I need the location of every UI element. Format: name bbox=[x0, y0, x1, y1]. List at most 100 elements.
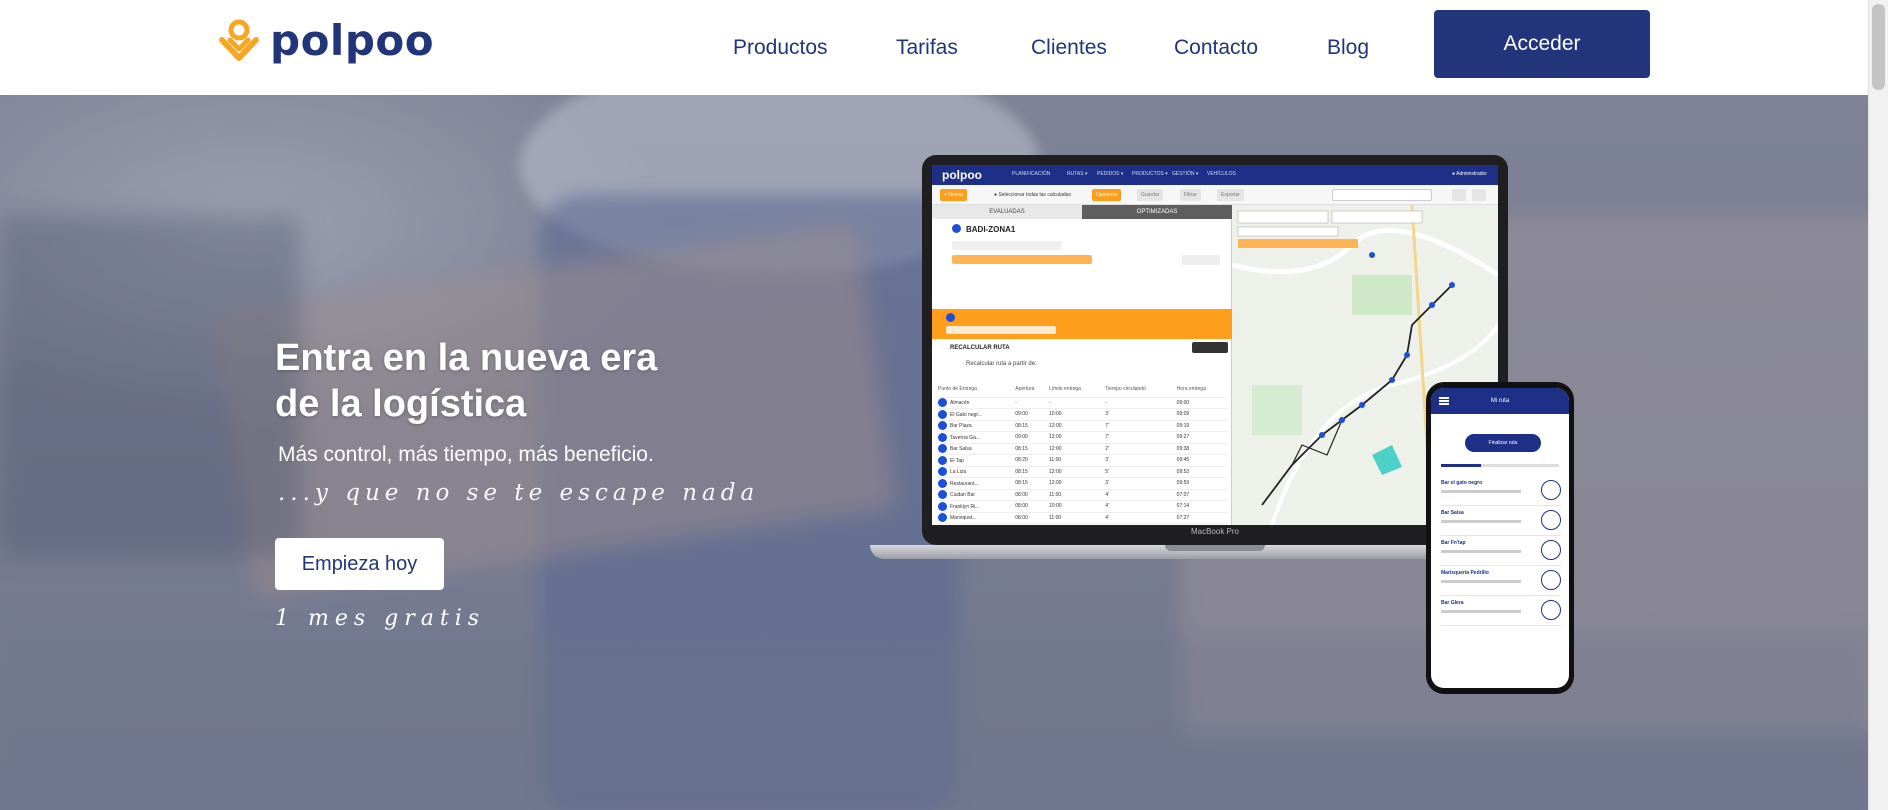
cell-text: 09:00 bbox=[1015, 434, 1028, 441]
stop-number-icon bbox=[938, 455, 947, 465]
table-cell: 09:59 bbox=[1176, 477, 1228, 489]
stop-number-icon bbox=[938, 398, 947, 408]
nav-tarifas[interactable]: Tarifas bbox=[896, 36, 958, 60]
table-cell: 10:00 bbox=[1049, 523, 1106, 525]
site-header: polpoo Productos Tarifas Clientes Contac… bbox=[0, 0, 1868, 95]
nav-productos[interactable]: Productos bbox=[733, 36, 828, 60]
cell-text: El Gato negr... bbox=[950, 411, 982, 418]
cell-text: 09:00 bbox=[1015, 411, 1028, 418]
cell-text: 4' bbox=[1105, 503, 1109, 510]
table-row: Vambueso...07:0010:003'07:32 bbox=[938, 523, 1228, 525]
table-row: Franklyn Ri... 08:00 10:00 4' 07:14 bbox=[938, 500, 1228, 512]
table-cell: 07:00 bbox=[1015, 523, 1049, 525]
app-tool-button: Filtrar bbox=[1180, 189, 1201, 201]
nav-blog[interactable]: Blog bbox=[1327, 36, 1369, 60]
table-cell: 08:15 bbox=[1015, 419, 1049, 432]
site-logo[interactable]: polpoo bbox=[216, 18, 434, 64]
empieza-hoy-button[interactable]: Empieza hoy bbox=[275, 538, 444, 590]
table-cell: 09:27 bbox=[1176, 431, 1228, 443]
table-body: Almacén - - - 09:00 El Gato negr... 09:00 10:00… bbox=[938, 396, 1228, 525]
table-cell: 2' bbox=[1105, 442, 1177, 455]
phone-stop-item: Bar Salsa bbox=[1441, 508, 1561, 536]
table-row: Restaurant... 08:15 12:00 3' 09:59 bbox=[938, 477, 1228, 489]
table-header: Límite entrega bbox=[1049, 385, 1081, 392]
cell-text: 08:15 bbox=[1015, 480, 1028, 487]
cell-text: Restaurant... bbox=[950, 480, 979, 487]
table-row: Almacén - - - 09:00 bbox=[938, 396, 1228, 409]
cell-text: 09:53 bbox=[1176, 468, 1190, 475]
cell-text: 11:00 bbox=[1049, 457, 1062, 464]
table-cell: 7' bbox=[1105, 431, 1177, 443]
table-cell: 11:00 bbox=[1049, 454, 1106, 466]
app-new-button: + Nuevo bbox=[940, 189, 967, 201]
table-row: La Liza 08:15 12:00 5' 09:53 bbox=[938, 465, 1228, 478]
scrollbar-thumb[interactable] bbox=[1872, 4, 1885, 90]
table-cell: 3' bbox=[1105, 408, 1177, 420]
app-tool-button: Exportar bbox=[1217, 189, 1244, 201]
table-row: Taverna Ga... 09:00 13:00 7' 09:27 bbox=[938, 431, 1228, 443]
app-stops-table: Punto de Entrega Apertura Límite entrega… bbox=[938, 381, 1228, 525]
table-cell: 09:00 bbox=[1176, 396, 1228, 409]
app-nav-item: PLANIFICACIÓN bbox=[1012, 171, 1051, 177]
zone-dot-icon bbox=[952, 224, 961, 233]
app-tool-button bbox=[1472, 189, 1486, 201]
app-tab-evaluadas: EVALUADAS bbox=[932, 205, 1082, 219]
cell-text: 4' bbox=[1105, 514, 1109, 521]
stop-number-icon bbox=[938, 490, 947, 500]
app-selected-route bbox=[932, 309, 1232, 339]
nav-contacto[interactable]: Contacto bbox=[1174, 36, 1258, 60]
app-route-panel: EVALUADAS OPTIMIZADAS BADI-ZONA1 RECALCU… bbox=[932, 205, 1232, 525]
app-nav-item: GESTIÓN ▾ bbox=[1172, 171, 1199, 177]
cell-text: 11:00 bbox=[1049, 491, 1062, 498]
cell-text: 3' bbox=[1105, 480, 1109, 487]
stop-address bbox=[1441, 610, 1521, 613]
table-cell: 07:07 bbox=[1176, 488, 1228, 501]
table-cell: 7' bbox=[1105, 419, 1177, 432]
table-row: Ciudan Bar 08:00 11:00 4' 07:07 bbox=[938, 488, 1228, 501]
phone-topbar: Mi ruta bbox=[1431, 388, 1569, 414]
table-cell: 09:09 bbox=[1176, 408, 1228, 420]
table-cell: 4' bbox=[1105, 500, 1177, 512]
cell-text: 12:00 bbox=[1049, 480, 1062, 487]
table-cell: Manoquet... bbox=[938, 511, 1016, 524]
page-scrollbar[interactable] bbox=[1868, 0, 1888, 810]
hero-tagline: ...y que no se te escape nada bbox=[278, 480, 760, 506]
table-cell: 09:53 bbox=[1176, 465, 1228, 478]
cell-text: 08:15 bbox=[1015, 445, 1028, 452]
cell-text: - bbox=[1105, 399, 1107, 406]
app-zone-title: BADI-ZONA1 bbox=[966, 225, 1016, 234]
table-header: Tiempo circulando bbox=[1105, 385, 1146, 392]
cell-text: 12:00 bbox=[1049, 445, 1062, 452]
cell-text: 08:20 bbox=[1015, 457, 1028, 464]
cell-text: 09:27 bbox=[1176, 434, 1190, 441]
phone-stop-item: Bar Glera bbox=[1441, 598, 1561, 626]
stop-number-icon bbox=[938, 513, 947, 523]
cell-text: - bbox=[1015, 399, 1017, 406]
stop-number-icon bbox=[938, 421, 947, 431]
table-cell: Bar Plaza bbox=[938, 419, 1016, 432]
free-trial-note: 1 mes gratis bbox=[275, 606, 486, 631]
laptop-notch bbox=[1165, 545, 1265, 551]
table-cell: 12:00 bbox=[1049, 465, 1106, 478]
cell-text: Taverna Ga... bbox=[950, 434, 981, 441]
acceder-button[interactable]: Acceder bbox=[1434, 10, 1650, 78]
table-header: Apertura bbox=[1015, 385, 1035, 392]
table-cell: 10:00 bbox=[1049, 500, 1106, 512]
nav-clientes[interactable]: Clientes bbox=[1031, 36, 1107, 60]
laptop-mockup: polpoo PLANIFICACIÓN RUTAS ▾ PEDIDOS ▾ P… bbox=[922, 155, 1508, 545]
stop-number-icon bbox=[938, 478, 947, 488]
cell-text: 08:00 bbox=[1015, 491, 1028, 498]
phone-progress-track bbox=[1481, 464, 1559, 467]
table-cell: 3' bbox=[1105, 454, 1177, 466]
route-dot-icon bbox=[946, 313, 955, 322]
table-cell: 12:00 bbox=[1049, 442, 1106, 455]
cell-text: 11:00 bbox=[1049, 514, 1062, 521]
stop-number-icon bbox=[938, 409, 947, 419]
stop-status-ring bbox=[1541, 570, 1561, 590]
app-logo: polpoo bbox=[942, 168, 982, 182]
app-topbar: polpoo PLANIFICACIÓN RUTAS ▾ PEDIDOS ▾ P… bbox=[932, 165, 1498, 185]
stop-address bbox=[1441, 520, 1521, 523]
phone-title: Mi ruta bbox=[1490, 398, 1510, 404]
table-cell: 07:27 bbox=[1176, 511, 1228, 524]
recalc-button bbox=[1192, 342, 1228, 353]
